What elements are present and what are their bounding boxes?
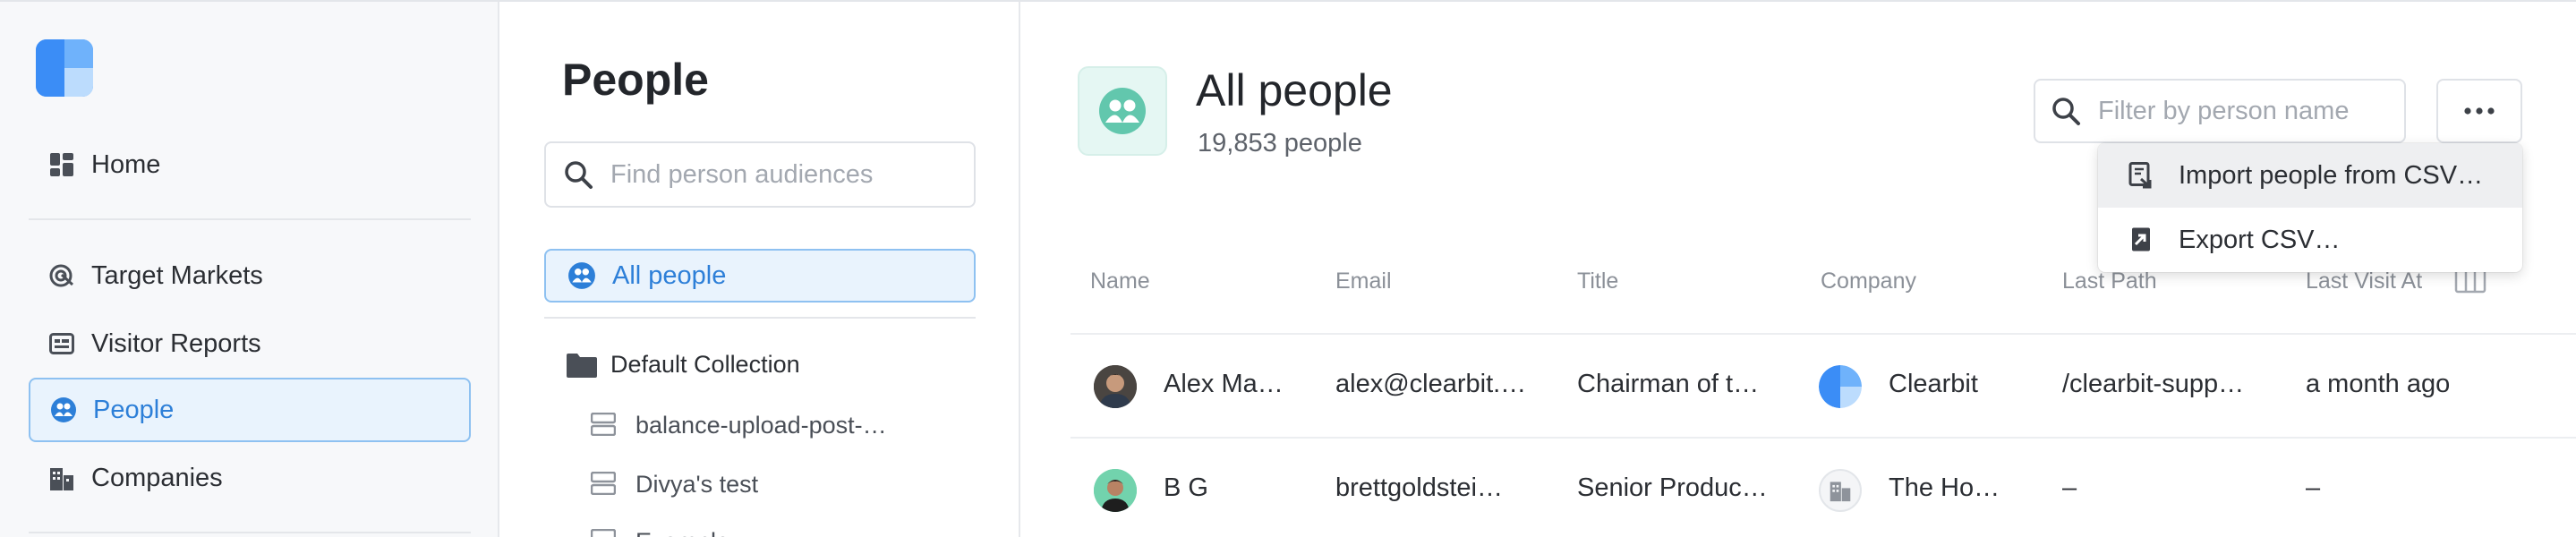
nav-home[interactable]: Home (29, 132, 471, 197)
dashboard-icon (48, 151, 75, 178)
cell-name: B G (1164, 473, 1208, 502)
menu-export-csv[interactable]: Export CSV… (2098, 208, 2522, 272)
sidebar: Home Target Markets Visitor Reports Peop… (0, 2, 499, 537)
main-content: All people 19,853 people Filter by perso… (1022, 2, 2576, 537)
import-icon (2128, 162, 2155, 189)
column-header-name[interactable]: Name (1090, 268, 1150, 294)
cell-last-path: – (2062, 473, 2077, 502)
column-header-email[interactable]: Email (1335, 268, 1392, 294)
options-dropdown-menu: Import people from CSV… Export CSV… (2098, 143, 2522, 272)
cell-last-visit: a month ago (2306, 370, 2451, 398)
people-group-icon (1078, 66, 1167, 156)
menu-import-csv[interactable]: Import people from CSV… (2098, 143, 2522, 208)
audience-item-label: balance-upload-post-… (635, 412, 887, 439)
column-header-last-path[interactable]: Last Path (2062, 268, 2157, 294)
avatar (1094, 365, 1137, 408)
folder-icon (566, 352, 598, 379)
filter-placeholder: Filter by person name (2098, 96, 2350, 125)
audience-all-people[interactable]: All people (544, 249, 976, 303)
audience-all-people-label: All people (612, 260, 727, 290)
search-icon (562, 158, 594, 191)
clearbit-company-logo (1819, 365, 1862, 408)
columns-settings-icon[interactable] (2454, 268, 2486, 298)
cell-last-visit: – (2306, 473, 2321, 502)
audiences-title: People (562, 55, 709, 105)
filter-person-input[interactable]: Filter by person name (2034, 79, 2406, 143)
building-icon (1819, 469, 1862, 512)
menu-import-label: Import people from CSV… (2179, 160, 2484, 190)
cell-company[interactable]: The Ho… (1889, 473, 2041, 503)
nav-target-markets-label: Target Markets (91, 260, 263, 290)
column-header-last-visit[interactable]: Last Visit At (2306, 268, 2422, 294)
audience-item[interactable]: Divya's test (590, 471, 759, 499)
cell-title: Chairman of t… (1577, 370, 1760, 398)
audiences-panel: People Find person audiences All people … (501, 2, 1020, 537)
collection-default[interactable]: Default Collection (566, 351, 800, 379)
list-icon (590, 412, 618, 439)
avatar (1094, 469, 1137, 512)
report-icon (48, 330, 75, 357)
buildings-icon (48, 465, 75, 491)
nav-target-markets[interactable]: Target Markets (29, 243, 471, 308)
clearbit-logo[interactable] (36, 39, 93, 97)
people-count: 19,853 people (1198, 129, 1362, 158)
nav-visitor-reports-label: Visitor Reports (91, 328, 261, 358)
people-icon (50, 396, 77, 423)
audience-item-label: Divya's test (635, 471, 759, 498)
target-icon (48, 262, 75, 289)
audience-item[interactable]: Example … (590, 528, 761, 537)
search-icon (2050, 95, 2082, 127)
divider (544, 317, 976, 319)
column-header-title[interactable]: Title (1577, 268, 1618, 294)
cell-last-path: /clearbit-supp… (2062, 370, 2245, 398)
people-icon (567, 261, 596, 290)
export-icon (2128, 226, 2155, 253)
list-icon (590, 471, 618, 499)
nav-companies[interactable]: Companies (29, 446, 471, 510)
list-icon (590, 528, 618, 537)
table-divider (1070, 333, 2576, 335)
more-options-button[interactable] (2436, 79, 2522, 143)
audience-item[interactable]: balance-upload-post-… (590, 412, 887, 439)
audience-search-placeholder: Find person audiences (610, 159, 874, 189)
collection-label: Default Collection (610, 351, 800, 378)
table-divider (1070, 437, 2576, 439)
nav-people[interactable]: People (29, 378, 471, 442)
cell-email: brettgoldstei… (1335, 473, 1503, 502)
nav-people-label: People (93, 395, 175, 424)
ellipsis-icon (2464, 103, 2495, 119)
audience-item-label: Example … (635, 528, 761, 537)
page-title: All people (1196, 65, 1393, 115)
nav-divider (29, 532, 471, 533)
nav-home-label: Home (91, 149, 161, 179)
cell-title: Senior Produc… (1577, 473, 1768, 502)
nav-divider (29, 218, 471, 220)
cell-company[interactable]: Clearbit (1889, 370, 2041, 399)
audience-search-input[interactable]: Find person audiences (544, 141, 976, 208)
nav-visitor-reports[interactable]: Visitor Reports (29, 311, 471, 376)
cell-name: Alex Ma… (1164, 370, 1284, 398)
cell-email: alex@clearbit.… (1335, 370, 1527, 398)
nav-companies-label: Companies (91, 463, 223, 492)
column-header-company[interactable]: Company (1821, 268, 1916, 294)
menu-export-label: Export CSV… (2179, 225, 2341, 254)
